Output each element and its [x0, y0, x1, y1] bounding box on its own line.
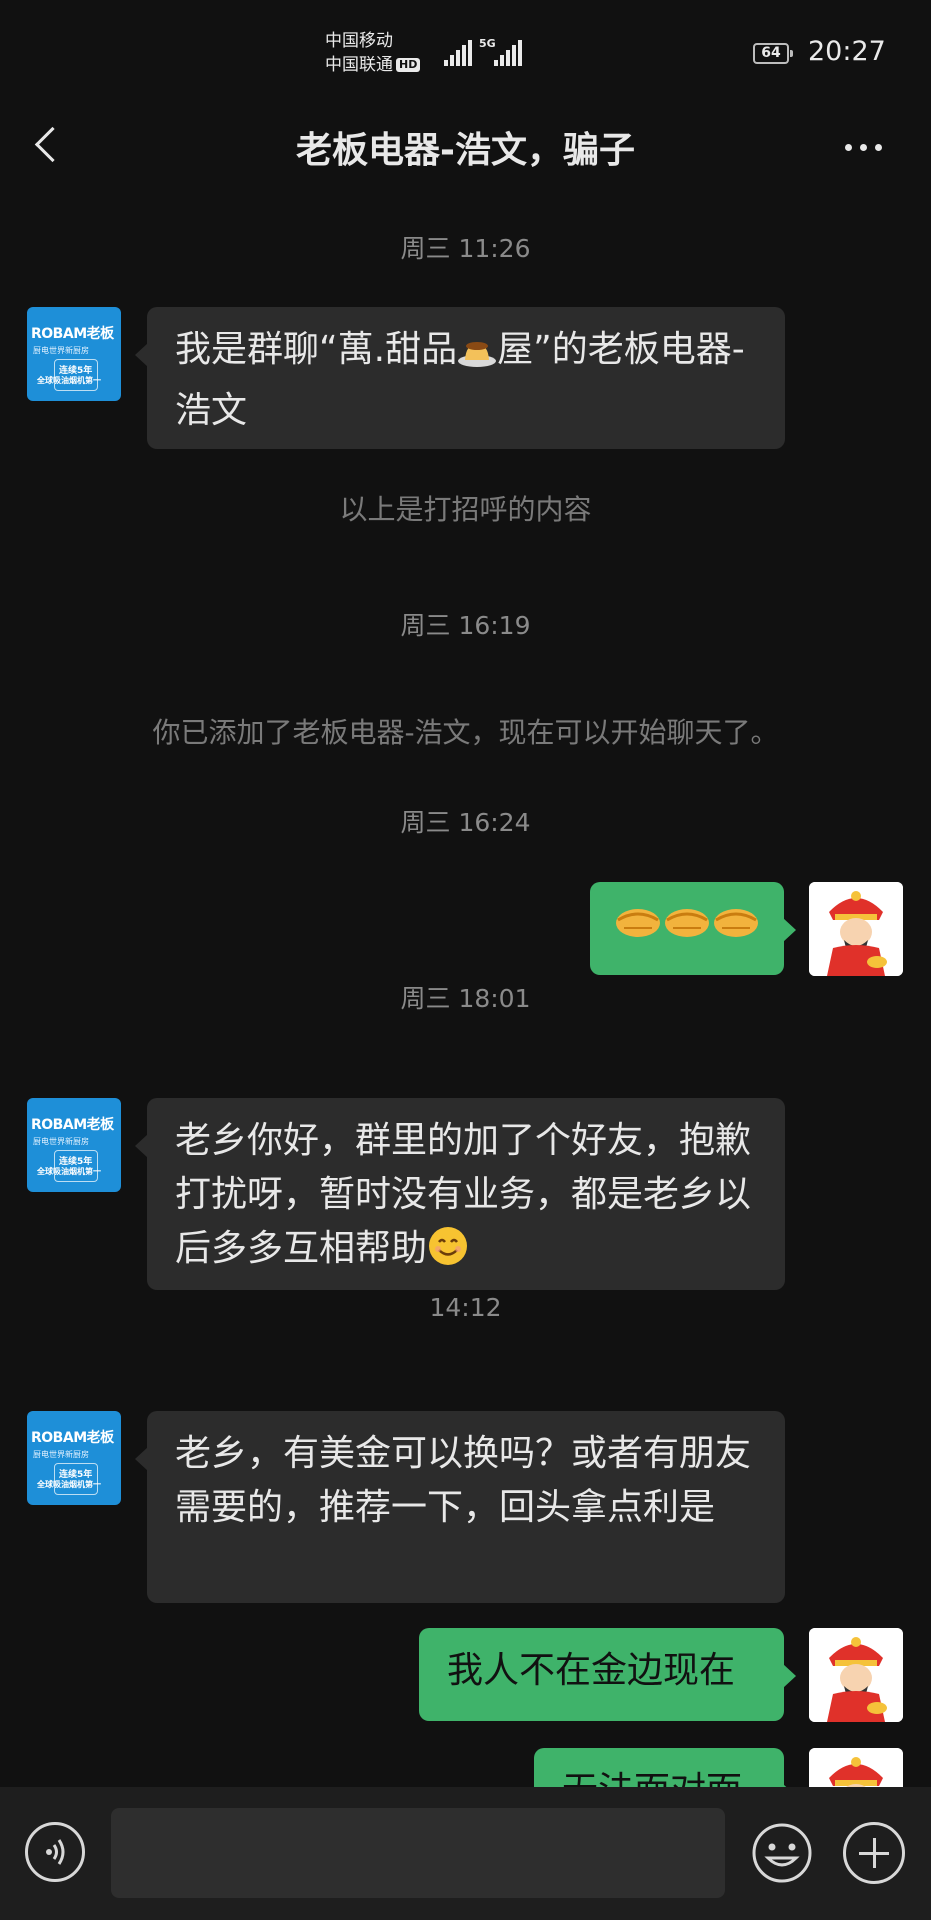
more-functions-button[interactable]	[843, 1822, 905, 1884]
system-notice: 以上是打招呼的内容	[339, 493, 592, 526]
contact-avatar[interactable]: ROBAM老板 厨电世界新厨房 连续5年 全球吸油烟机第一	[27, 307, 121, 401]
message-input[interactable]	[111, 1808, 725, 1898]
more-options-button[interactable]	[836, 129, 892, 165]
incoming-message-bubble[interactable]: 老乡你好，群里的加了个好友，抱歉打扰呀，暂时没有业务，都是老乡以后多多互相帮助	[135, 1098, 785, 1290]
timestamp: 周三 16:24	[400, 808, 531, 837]
pudding-emoji	[457, 330, 497, 384]
carrier-info: 中国移动 中国联通 HD	[325, 29, 421, 77]
handshake-emoji	[614, 909, 760, 957]
outgoing-message-bubble[interactable]: 我人不在金边现在	[419, 1628, 796, 1721]
chat-header: 老板电器-浩文，骗子	[0, 105, 931, 185]
self-avatar[interactable]	[809, 882, 903, 976]
incoming-message-bubble[interactable]: 老乡，有美金可以换吗？或者有朋友需要的，推荐一下，回头拿点利是	[135, 1411, 785, 1603]
hd-badge: HD	[396, 58, 421, 72]
signal-icon	[444, 40, 472, 66]
chat-title: 老板电器-浩文，骗子	[296, 130, 635, 171]
self-avatar[interactable]	[809, 1628, 903, 1722]
voice-icon	[46, 1839, 65, 1865]
voice-input-button[interactable]	[25, 1822, 85, 1882]
contact-avatar[interactable]: ROBAM老板 厨电世界新厨房 连续5年 全球吸油烟机第一	[27, 1411, 121, 1505]
god-of-wealth-icon	[809, 882, 903, 976]
god-of-wealth-icon	[809, 1628, 903, 1722]
timestamp: 周三 11:26	[400, 234, 531, 263]
carrier-2: 中国联通	[325, 55, 393, 75]
timestamp: 周三 18:01	[400, 984, 531, 1013]
status-bar: 中国移动 中国联通 HD 5G 64 20:27	[0, 0, 931, 105]
contact-avatar[interactable]: ROBAM老板 厨电世界新厨房 连续5年 全球吸油烟机第一	[27, 1098, 121, 1192]
god-of-wealth-icon	[809, 1748, 903, 1787]
emoji-icon	[752, 1823, 812, 1883]
battery-icon: 64	[753, 43, 793, 64]
system-notice: 你已添加了老板电器-浩文，现在可以开始聊天了。	[152, 716, 779, 749]
self-avatar[interactable]	[809, 1748, 903, 1787]
timestamp: 14:12	[429, 1293, 502, 1322]
smile-emoji	[427, 1225, 469, 1283]
incoming-message-bubble[interactable]: 我是群聊“萬.甜品 屋”的老板电器-浩文	[135, 307, 785, 449]
carrier-1: 中国移动	[325, 31, 393, 51]
emoji-button[interactable]	[751, 1822, 813, 1884]
status-time: 20:27	[808, 36, 886, 67]
input-bar	[0, 1787, 931, 1920]
outgoing-message-bubble[interactable]: 无法面对面	[534, 1748, 796, 1787]
outgoing-message-bubble[interactable]	[590, 882, 796, 975]
signal-icon	[494, 40, 522, 66]
timestamp: 周三 16:19	[400, 611, 531, 640]
chat-message-list[interactable]: 周三 11:26 ROBAM老板 厨电世界新厨房 连续5年 全球吸油烟机第一 我…	[0, 185, 931, 1787]
